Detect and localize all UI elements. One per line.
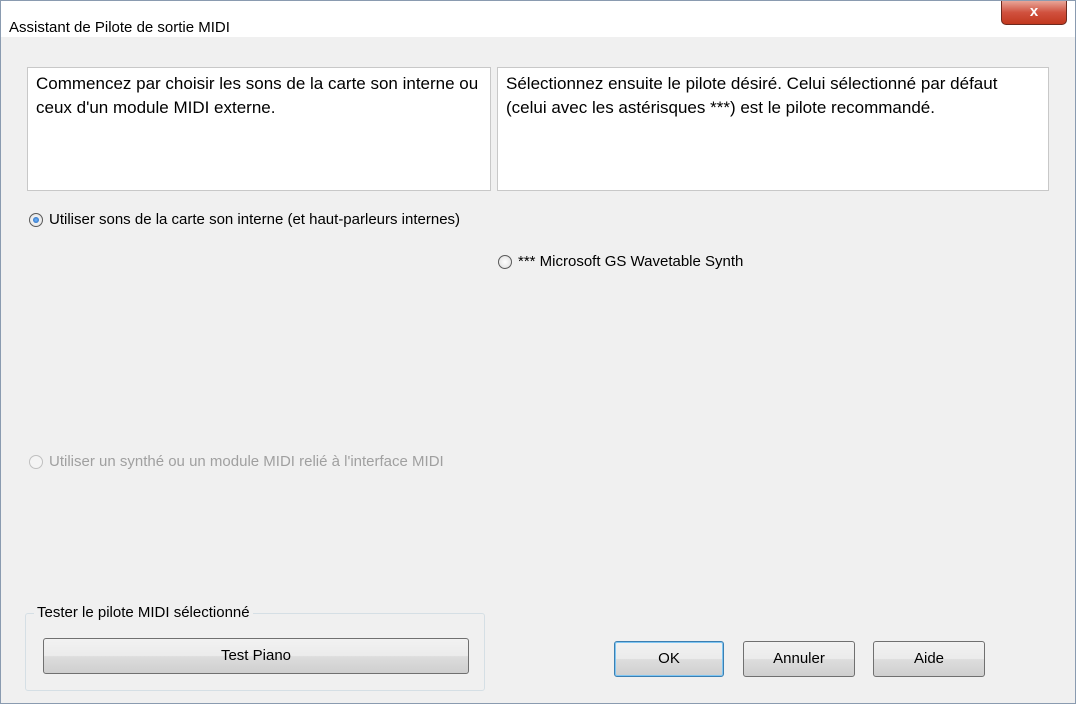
close-icon: x (1029, 3, 1039, 20)
instruction-text-left: Commencez par choisir les sons de la car… (36, 74, 479, 117)
instruction-box-right: Sélectionnez ensuite le pilote désiré. C… (497, 67, 1049, 191)
dialog-window: Assistant de Pilote de sortie MIDI x Com… (0, 0, 1076, 704)
ok-button[interactable]: OK (614, 641, 724, 677)
test-piano-button[interactable]: Test Piano (43, 638, 469, 674)
radio-button-checked[interactable] (29, 212, 43, 227)
dialog-body: Commencez par choisir les sons de la car… (9, 38, 1067, 702)
radio-driver-gs-wavetable[interactable]: *** Microsoft GS Wavetable Synth (498, 253, 743, 270)
radio-internal-sound-label: Utiliser sons de la carte son interne (e… (49, 211, 461, 228)
help-button[interactable]: Aide (873, 641, 985, 677)
radio-button-disabled (29, 454, 43, 469)
test-driver-group-label: Tester le pilote MIDI sélectionné (34, 604, 253, 621)
radio-button[interactable] (498, 254, 512, 269)
close-button[interactable]: x (1001, 1, 1067, 25)
window-title: Assistant de Pilote de sortie MIDI (9, 19, 230, 36)
instruction-box-left: Commencez par choisir les sons de la car… (27, 67, 491, 191)
instruction-text-right: Sélectionnez ensuite le pilote désiré. C… (506, 74, 998, 117)
title-bar: Assistant de Pilote de sortie MIDI x (1, 1, 1075, 37)
cancel-button[interactable]: Annuler (743, 641, 855, 677)
test-driver-group: Tester le pilote MIDI sélectionné Test P… (25, 604, 485, 691)
radio-internal-sound[interactable]: Utiliser sons de la carte son interne (e… (29, 211, 460, 228)
radio-external-synth: Utiliser un synthé ou un module MIDI rel… (29, 453, 444, 470)
radio-driver-gs-wavetable-label: *** Microsoft GS Wavetable Synth (518, 253, 744, 270)
radio-external-synth-label: Utiliser un synthé ou un module MIDI rel… (49, 453, 444, 470)
